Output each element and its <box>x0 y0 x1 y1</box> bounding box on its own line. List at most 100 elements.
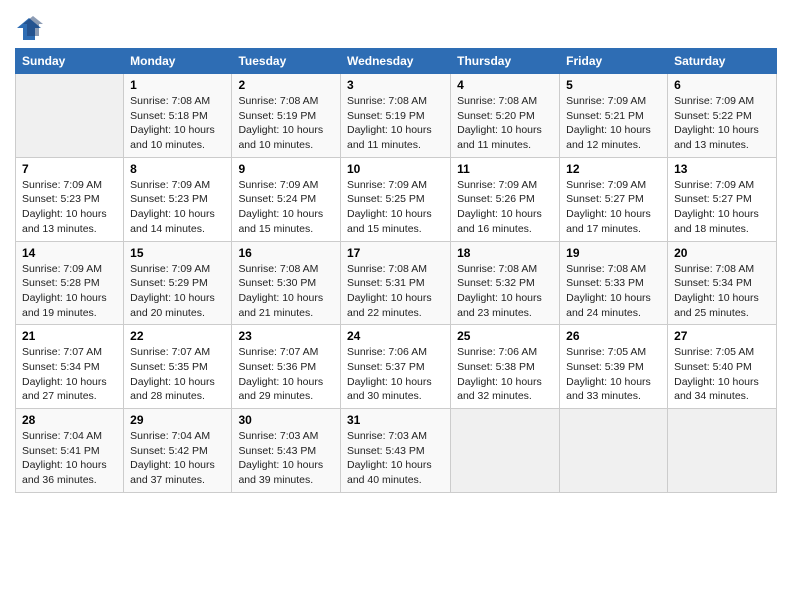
day-info: Sunrise: 7:05 AMSunset: 5:39 PMDaylight:… <box>566 345 661 404</box>
day-cell: 26 Sunrise: 7:05 AMSunset: 5:39 PMDayligh… <box>560 325 668 409</box>
day-cell: 14Sunrise: 7:09 AMSunset: 5:28 PMDayligh… <box>16 241 124 325</box>
day-number: 14 <box>22 246 117 260</box>
day-info: Sunrise: 7:09 AMSunset: 5:29 PMDaylight:… <box>130 262 225 321</box>
day-number: 13 <box>674 162 770 176</box>
day-info: Sunrise: 7:03 AMSunset: 5:43 PMDaylight:… <box>238 429 334 488</box>
day-number: 17 <box>347 246 444 260</box>
day-number: 6 <box>674 78 770 92</box>
day-number: 24 <box>347 329 444 343</box>
day-info: Sunrise: 7:03 AMSunset: 5:43 PMDaylight:… <box>347 429 444 488</box>
day-cell: 23Sunrise: 7:07 AMSunset: 5:36 PMDayligh… <box>232 325 341 409</box>
day-number: 26 <box>566 329 661 343</box>
day-number: 28 <box>22 413 117 427</box>
day-cell: 18 Sunrise: 7:08 AMSunset: 5:32 PMDayligh… <box>451 241 560 325</box>
day-number: 4 <box>457 78 553 92</box>
col-header-tuesday: Tuesday <box>232 49 341 74</box>
week-row-2: 7Sunrise: 7:09 AMSunset: 5:23 PMDaylight… <box>16 157 777 241</box>
week-row-1: 1Sunrise: 7:08 AMSunset: 5:18 PMDaylight… <box>16 74 777 158</box>
day-number: 27 <box>674 329 770 343</box>
day-info: Sunrise: 7:09 AMSunset: 5:26 PMDaylight:… <box>457 178 553 237</box>
day-cell: 16 Sunrise: 7:08 AMSunset: 5:30 PMDayligh… <box>232 241 341 325</box>
day-cell: 9 Sunrise: 7:09 AMSunset: 5:24 PMDaylight… <box>232 157 341 241</box>
header <box>15 10 777 42</box>
day-number: 5 <box>566 78 661 92</box>
day-cell: 12 Sunrise: 7:09 AMSunset: 5:27 PMDayligh… <box>560 157 668 241</box>
day-cell: 7Sunrise: 7:09 AMSunset: 5:23 PMDaylight… <box>16 157 124 241</box>
day-cell: 11 Sunrise: 7:09 AMSunset: 5:26 PMDayligh… <box>451 157 560 241</box>
day-number: 19 <box>566 246 661 260</box>
day-cell: 6 Sunrise: 7:09 AMSunset: 5:22 PMDaylight… <box>668 74 777 158</box>
day-info: Sunrise: 7:09 AMSunset: 5:24 PMDaylight:… <box>238 178 334 237</box>
week-row-3: 14Sunrise: 7:09 AMSunset: 5:28 PMDayligh… <box>16 241 777 325</box>
day-cell: 30 Sunrise: 7:03 AMSunset: 5:43 PMDayligh… <box>232 409 341 493</box>
logo-icon <box>15 14 43 42</box>
day-number: 31 <box>347 413 444 427</box>
day-number: 8 <box>130 162 225 176</box>
day-info: Sunrise: 7:07 AMSunset: 5:35 PMDaylight:… <box>130 345 225 404</box>
calendar-table: SundayMondayTuesdayWednesdayThursdayFrid… <box>15 48 777 493</box>
day-cell: 20 Sunrise: 7:08 AMSunset: 5:34 PMDayligh… <box>668 241 777 325</box>
day-cell <box>560 409 668 493</box>
day-info: Sunrise: 7:05 AMSunset: 5:40 PMDaylight:… <box>674 345 770 404</box>
day-number: 22 <box>130 329 225 343</box>
day-number: 10 <box>347 162 444 176</box>
day-cell: 21Sunrise: 7:07 AMSunset: 5:34 PMDayligh… <box>16 325 124 409</box>
day-cell: 24 Sunrise: 7:06 AMSunset: 5:37 PMDayligh… <box>340 325 450 409</box>
day-info: Sunrise: 7:06 AMSunset: 5:38 PMDaylight:… <box>457 345 553 404</box>
day-cell: 5Sunrise: 7:09 AMSunset: 5:21 PMDaylight… <box>560 74 668 158</box>
logo <box>15 14 45 42</box>
main-container: SundayMondayTuesdayWednesdayThursdayFrid… <box>0 0 792 503</box>
day-info: Sunrise: 7:04 AMSunset: 5:41 PMDaylight:… <box>22 429 117 488</box>
day-cell: 8 Sunrise: 7:09 AMSunset: 5:23 PMDaylight… <box>124 157 232 241</box>
day-number: 9 <box>238 162 334 176</box>
week-row-4: 21Sunrise: 7:07 AMSunset: 5:34 PMDayligh… <box>16 325 777 409</box>
day-info: Sunrise: 7:08 AMSunset: 5:19 PMDaylight:… <box>347 94 444 153</box>
day-number: 2 <box>238 78 334 92</box>
day-cell <box>451 409 560 493</box>
day-cell: 25 Sunrise: 7:06 AMSunset: 5:38 PMDayligh… <box>451 325 560 409</box>
day-number: 18 <box>457 246 553 260</box>
day-cell: 13 Sunrise: 7:09 AMSunset: 5:27 PMDayligh… <box>668 157 777 241</box>
day-number: 1 <box>130 78 225 92</box>
day-info: Sunrise: 7:08 AMSunset: 5:19 PMDaylight:… <box>238 94 334 153</box>
col-header-sunday: Sunday <box>16 49 124 74</box>
day-info: Sunrise: 7:06 AMSunset: 5:37 PMDaylight:… <box>347 345 444 404</box>
day-cell: 3Sunrise: 7:08 AMSunset: 5:19 PMDaylight… <box>340 74 450 158</box>
day-cell <box>668 409 777 493</box>
day-info: Sunrise: 7:08 AMSunset: 5:33 PMDaylight:… <box>566 262 661 321</box>
day-cell: 10 Sunrise: 7:09 AMSunset: 5:25 PMDayligh… <box>340 157 450 241</box>
day-info: Sunrise: 7:09 AMSunset: 5:22 PMDaylight:… <box>674 94 770 153</box>
day-number: 11 <box>457 162 553 176</box>
day-cell: 28 Sunrise: 7:04 AMSunset: 5:41 PMDayligh… <box>16 409 124 493</box>
day-info: Sunrise: 7:09 AMSunset: 5:27 PMDaylight:… <box>674 178 770 237</box>
day-info: Sunrise: 7:09 AMSunset: 5:27 PMDaylight:… <box>566 178 661 237</box>
day-cell: 4 Sunrise: 7:08 AMSunset: 5:20 PMDaylight… <box>451 74 560 158</box>
col-header-friday: Friday <box>560 49 668 74</box>
day-cell: 2 Sunrise: 7:08 AMSunset: 5:19 PMDaylight… <box>232 74 341 158</box>
day-number: 20 <box>674 246 770 260</box>
day-info: Sunrise: 7:08 AMSunset: 5:30 PMDaylight:… <box>238 262 334 321</box>
day-cell: 27 Sunrise: 7:05 AMSunset: 5:40 PMDayligh… <box>668 325 777 409</box>
day-cell <box>16 74 124 158</box>
day-cell: 31 Sunrise: 7:03 AMSunset: 5:43 PMDayligh… <box>340 409 450 493</box>
day-info: Sunrise: 7:07 AMSunset: 5:34 PMDaylight:… <box>22 345 117 404</box>
day-number: 29 <box>130 413 225 427</box>
day-number: 30 <box>238 413 334 427</box>
day-cell: 29 Sunrise: 7:04 AMSunset: 5:42 PMDayligh… <box>124 409 232 493</box>
col-header-monday: Monday <box>124 49 232 74</box>
day-info: Sunrise: 7:08 AMSunset: 5:31 PMDaylight:… <box>347 262 444 321</box>
day-cell: 15 Sunrise: 7:09 AMSunset: 5:29 PMDayligh… <box>124 241 232 325</box>
day-info: Sunrise: 7:09 AMSunset: 5:23 PMDaylight:… <box>22 178 117 237</box>
day-info: Sunrise: 7:08 AMSunset: 5:32 PMDaylight:… <box>457 262 553 321</box>
day-info: Sunrise: 7:08 AMSunset: 5:20 PMDaylight:… <box>457 94 553 153</box>
day-number: 12 <box>566 162 661 176</box>
day-info: Sunrise: 7:09 AMSunset: 5:23 PMDaylight:… <box>130 178 225 237</box>
day-info: Sunrise: 7:08 AMSunset: 5:34 PMDaylight:… <box>674 262 770 321</box>
day-cell: 17 Sunrise: 7:08 AMSunset: 5:31 PMDayligh… <box>340 241 450 325</box>
day-number: 16 <box>238 246 334 260</box>
day-info: Sunrise: 7:04 AMSunset: 5:42 PMDaylight:… <box>130 429 225 488</box>
day-cell: 19 Sunrise: 7:08 AMSunset: 5:33 PMDayligh… <box>560 241 668 325</box>
day-number: 15 <box>130 246 225 260</box>
day-info: Sunrise: 7:09 AMSunset: 5:25 PMDaylight:… <box>347 178 444 237</box>
day-number: 25 <box>457 329 553 343</box>
